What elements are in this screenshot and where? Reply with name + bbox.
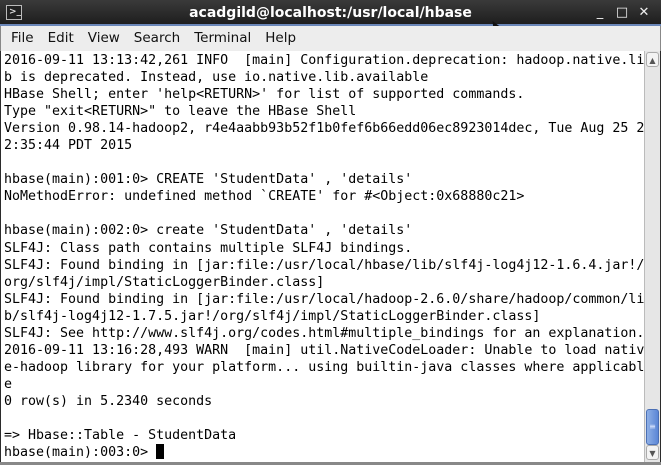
terminal-line: SLF4J: Found binding in [jar:file:/usr/l…	[4, 291, 644, 307]
terminal-line: => Hbase::Table - StudentData	[4, 428, 237, 444]
window-title: acadgild@localhost:/usr/local/hbase	[189, 5, 472, 21]
terminal-line: hbase(main):002:0> create 'StudentData' …	[4, 223, 413, 239]
prompt: hbase(main):003:0>	[4, 445, 157, 461]
terminal-line: e	[4, 376, 13, 392]
cursor	[156, 444, 165, 460]
terminal-line: SLF4J: See http://www.slf4j.org/codes.ht…	[4, 325, 644, 341]
terminal-line: org/slf4j/impl/StaticLoggerBinder.class]	[4, 274, 325, 290]
prompt-line[interactable]: hbase(main):003:0>	[4, 444, 644, 461]
menu-search[interactable]: Search	[126, 26, 186, 51]
terminal-icon: >_	[6, 5, 22, 20]
menu-edit[interactable]: Edit	[40, 26, 80, 51]
title-bar: >_ acadgild@localhost:/usr/local/hbase _…	[0, 0, 661, 26]
scroll-up-icon[interactable]: ▲	[646, 52, 659, 67]
terminal-line: 2:35:44 PDT 2015	[4, 138, 133, 154]
terminal-line: b/slf4j-log4j12-1.7.5.jar!/org/slf4j/imp…	[4, 308, 541, 324]
scrollbar[interactable]: ▲ ≡ ▼	[644, 51, 660, 462]
maximize-button[interactable]: □	[611, 0, 633, 26]
terminal-line: 0 row(s) in 5.2340 seconds	[4, 393, 213, 409]
terminal-line: 2016-09-11 13:13:42,261 INFO [main] Conf…	[4, 53, 644, 68]
menu-help[interactable]: Help	[257, 26, 302, 51]
menu-file[interactable]: File	[3, 26, 40, 51]
scroll-down-icon[interactable]: ▼	[646, 445, 659, 460]
terminal-line: SLF4J: Found binding in [jar:file:/usr/l…	[4, 257, 644, 273]
terminal-line: SLF4J: Class path contains multiple SLF4…	[4, 240, 413, 256]
minimize-button[interactable]: _	[589, 0, 611, 26]
terminal-line: Type "exit<RETURN>" to leave the HBase S…	[4, 104, 357, 120]
menu-bar: File Edit View Search Terminal Help	[0, 26, 661, 51]
scrollbar-thumb[interactable]: ≡	[646, 409, 659, 445]
terminal-output[interactable]: 2016-09-11 13:13:42,261 INFO [main] Conf…	[1, 51, 644, 462]
menu-view[interactable]: View	[80, 26, 126, 51]
close-button[interactable]: ✕	[633, 0, 655, 26]
terminal-line: NoMethodError: undefined method `CREATE'…	[4, 189, 525, 205]
menu-terminal[interactable]: Terminal	[186, 26, 257, 51]
terminal-line: hbase(main):001:0> CREATE 'StudentData' …	[4, 172, 413, 188]
terminal-line: b is deprecated. Instead, use io.native.…	[4, 70, 429, 86]
terminal-line: 2016-09-11 13:16:28,493 WARN [main] util…	[4, 342, 644, 358]
terminal-line: HBase Shell; enter 'help<RETURN>' for li…	[4, 87, 525, 103]
terminal-line: Version 0.98.14-hadoop2, r4e4aabb93b52f1…	[4, 121, 644, 137]
terminal-line: e-hadoop library for your platform... us…	[4, 359, 644, 375]
